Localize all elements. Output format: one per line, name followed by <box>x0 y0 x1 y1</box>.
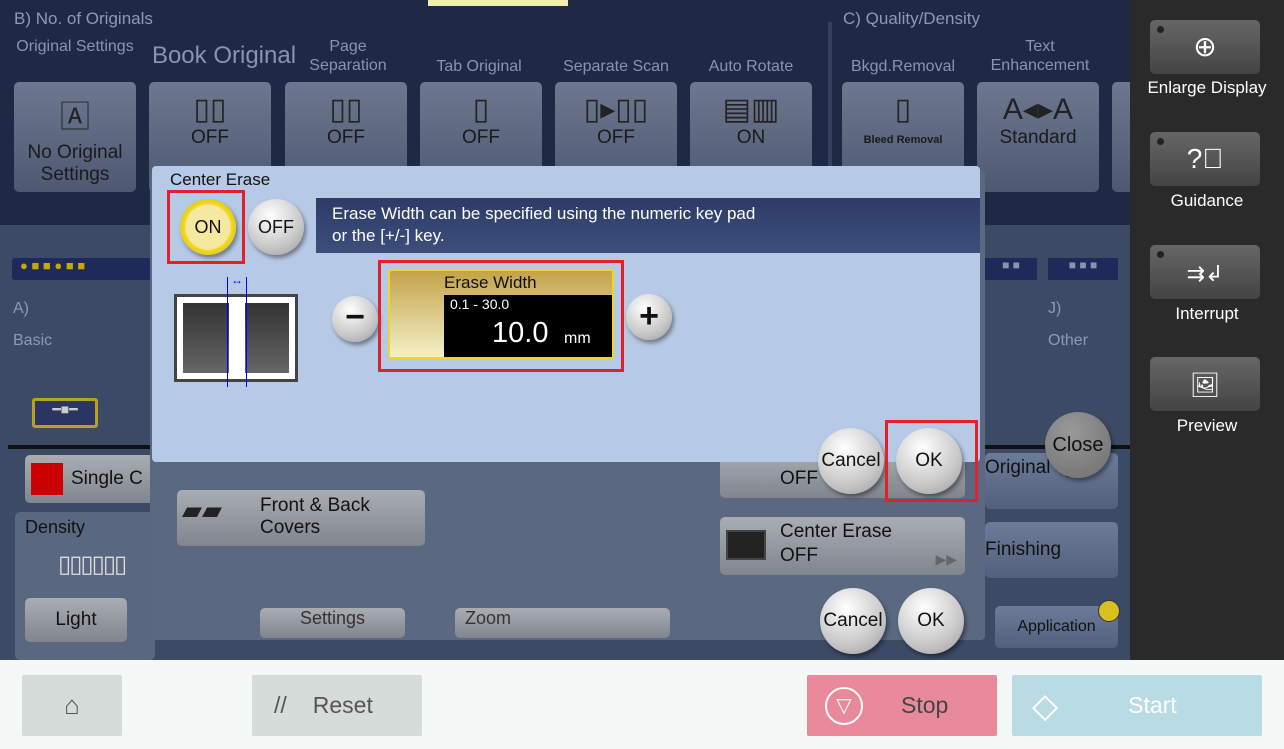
covers-icon: ▰▰ <box>182 495 222 525</box>
on-button[interactable]: ON <box>180 199 236 255</box>
tab-a-indicator[interactable]: ● ■ ■ ● ■ ■ <box>12 258 162 280</box>
question-icon: ?⃝ <box>1186 143 1224 174</box>
separate-scan-icon: ▯▸▯▯ <box>583 93 649 126</box>
plus-button[interactable]: + <box>626 294 672 340</box>
enlarge-display-label: Enlarge Display <box>1147 78 1267 97</box>
color-swatch <box>31 463 63 495</box>
zoom-button[interactable]: Zoom <box>455 608 670 638</box>
stop-button[interactable]: ▽ Stop <box>807 675 997 736</box>
tab-i-indicator[interactable]: ■ ■ <box>985 258 1037 280</box>
density-scale[interactable]: ▯▯▯▯▯▯ <box>58 550 127 579</box>
fn-label: Separate Scan <box>563 58 669 75</box>
reset-button[interactable]: //Reset <box>252 675 422 736</box>
center-erase-dialog: Center Erase Erase Width can be specifie… <box>152 166 980 502</box>
tab-j-name[interactable]: Other <box>1048 332 1088 350</box>
fn-label: Original Settings <box>16 38 134 55</box>
book-icon: ▯▯ <box>193 93 227 126</box>
fn-label: Book Original <box>151 42 297 69</box>
value-text: 10.0 <box>492 317 549 349</box>
tab-j-letter: J) <box>1048 300 1062 317</box>
guidance-button[interactable]: ?⃝ <box>1150 132 1260 186</box>
light-button[interactable]: Light <box>25 598 127 642</box>
unit-text: mm <box>564 330 591 347</box>
more-tile[interactable] <box>1112 82 1130 192</box>
settings-button[interactable]: Settings <box>260 608 405 638</box>
center-erase-diagram: ↔ <box>174 273 298 387</box>
text-enhancement-button[interactable]: A◂▸A Standard <box>977 82 1099 192</box>
center-erase-icon <box>726 530 766 560</box>
info-message: Erase Width can be specified using the n… <box>316 198 980 253</box>
scroll-handle[interactable] <box>428 0 568 6</box>
fn-label: Page Separation <box>309 38 387 74</box>
finishing-button[interactable]: Finishing <box>985 522 1118 578</box>
color-button[interactable]: Single C <box>25 455 155 503</box>
ok-button[interactable]: OK <box>896 428 962 494</box>
erase-width-field[interactable]: Erase Width 0.1 - 30.0 10.0 mm <box>388 269 614 359</box>
bleed-removal-icon: ▯ <box>894 93 912 126</box>
interrupt-button[interactable]: ⇉↲ <box>1150 245 1260 299</box>
dialog-title: Center Erase <box>170 170 271 189</box>
tab-page-icon: ▯ <box>472 93 490 126</box>
minus-button[interactable]: − <box>332 296 378 342</box>
bottom-bar: ⌂ //Reset ▽ Stop ◇ Start <box>0 660 1284 749</box>
interrupt-label: Interrupt <box>1175 304 1239 323</box>
width-arrow-icon: ↔ <box>231 273 243 287</box>
interrupt-icon: ⇉↲ <box>1186 261 1224 286</box>
density-label: Density <box>25 517 86 537</box>
fn-label: Bkgd.Removal <box>850 58 956 75</box>
cancel-button-back[interactable]: Cancel <box>820 588 886 654</box>
ok-button-back[interactable]: OK <box>898 588 964 654</box>
double-chevron-icon: ▶▶ <box>935 551 957 567</box>
start-icon: ◇ <box>1032 686 1059 725</box>
text-enhance-icon: A◂▸A <box>1002 93 1074 126</box>
zoom-in-icon: ⊕ <box>1193 31 1217 62</box>
pages-icon: ▯▯ <box>329 93 363 126</box>
field-label: Erase Width <box>444 273 537 292</box>
off-button[interactable]: OFF <box>248 199 304 255</box>
original-settings-button[interactable]: 🄰 No Original Settings <box>14 82 136 192</box>
rotate-icon: ▤▥ <box>722 93 780 126</box>
tab-j-indicator[interactable]: ■ ■ ■ <box>1048 258 1118 280</box>
tab-a-name[interactable]: Basic <box>13 332 52 350</box>
preview-icon: 🖼 <box>1189 372 1221 399</box>
value-display: 0.1 - 30.0 10.0 mm <box>444 295 612 357</box>
original-icon: 🄰 <box>60 101 90 134</box>
tab-a-letter: A) <box>13 300 29 317</box>
enlarge-display-button[interactable]: ⊕ <box>1150 20 1260 74</box>
stop-icon: ▽ <box>825 686 863 725</box>
range-text: 0.1 - 30.0 <box>450 296 510 312</box>
home-icon: ⌂ <box>64 690 80 720</box>
close-button[interactable]: Close <box>1045 412 1111 478</box>
reset-icon: // <box>274 692 287 718</box>
side-panel: ⊕ Enlarge Display ?⃝ Guidance ⇉↲ Interru… <box>1130 0 1284 660</box>
cancel-button[interactable]: Cancel <box>818 428 884 494</box>
preview-label: Preview <box>1176 416 1238 435</box>
guidance-label: Guidance <box>1170 191 1244 210</box>
section-c-title: C) Quality/Density <box>843 9 980 28</box>
view-toggle-button[interactable]: ━■━ <box>32 398 98 428</box>
home-button[interactable]: ⌂ <box>22 675 122 736</box>
fn-label: Auto Rotate <box>708 58 794 75</box>
fn-label: Text Enhancement <box>990 38 1090 74</box>
start-button[interactable]: ◇ Start <box>1012 675 1262 736</box>
application-indicator <box>1098 600 1120 622</box>
preview-button[interactable]: 🖼 <box>1150 357 1260 411</box>
section-b-title: B) No. of Originals <box>14 9 153 28</box>
fn-label: Tab Original <box>436 58 522 75</box>
